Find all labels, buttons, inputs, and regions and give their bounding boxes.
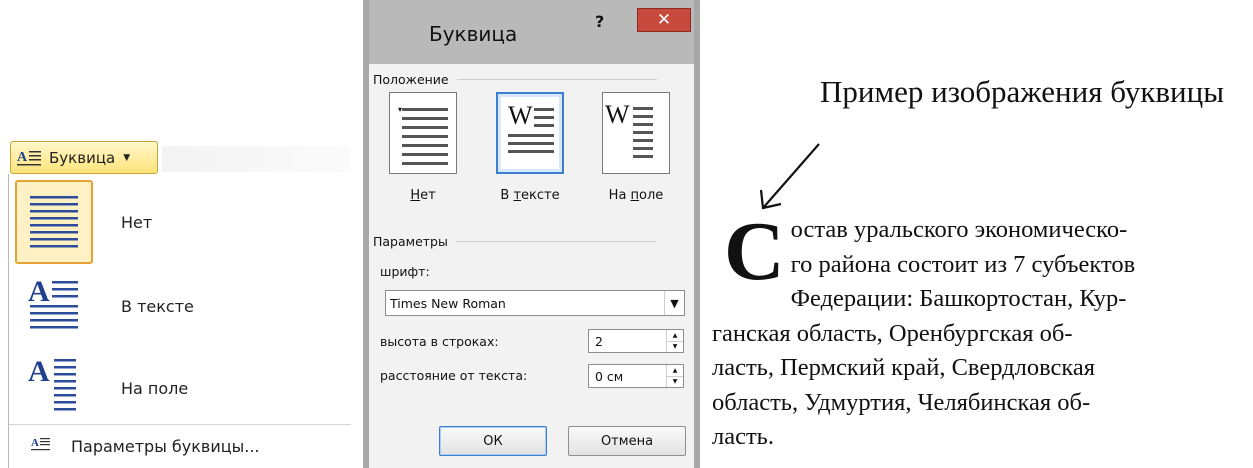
- drop-cap-options-label: Параметры буквицы...: [71, 436, 260, 456]
- arrow-icon: [759, 143, 820, 210]
- drop-cap-dialog: Буквица ? ✕ Положение ▾ W W Нет В тексте…: [363, 0, 700, 468]
- height-spinner[interactable]: 2 ▲ ▼: [588, 329, 684, 353]
- height-value: 2: [595, 333, 603, 349]
- font-select-value: Times New Roman: [390, 295, 506, 311]
- drop-cap-icon: A: [17, 148, 43, 168]
- svg-text:▾: ▾: [398, 105, 402, 114]
- drop-cap-letter: С: [724, 205, 785, 298]
- text-line: область, Удмуртия, Челябинская об-: [712, 388, 1091, 416]
- distance-label: расстояние от текста:: [380, 368, 528, 383]
- spin-down-icon[interactable]: ▼: [667, 340, 683, 353]
- text-line: ганская область, Оренбургская об-: [712, 319, 1073, 347]
- svg-text:A: A: [17, 150, 28, 165]
- help-icon[interactable]: ?: [595, 12, 604, 31]
- text-line: ласть, Пермский край, Свердловская: [712, 354, 1096, 381]
- spin-up-icon[interactable]: ▲: [667, 330, 683, 341]
- params-group-title: Параметры: [373, 234, 656, 249]
- position-in-text-icon: W: [508, 101, 554, 153]
- font-label: шрифт:: [380, 264, 430, 279]
- example-caption: Пример изображения буквицы: [820, 74, 1225, 109]
- position-none-label: Нет: [410, 188, 436, 203]
- position-in-text-button[interactable]: W: [496, 92, 564, 174]
- cancel-button[interactable]: Отмена: [568, 426, 686, 456]
- text-line: го района состоит из 7 субъектов: [790, 250, 1136, 278]
- ok-button[interactable]: ОК: [439, 426, 547, 456]
- position-in-margin-label: На поле: [608, 188, 664, 203]
- position-group-title: Положение: [373, 72, 657, 87]
- font-select[interactable]: Times New Roman ▼: [385, 290, 685, 316]
- drop-cap-ribbon-button[interactable]: A Буквица ▼: [10, 141, 158, 174]
- position-none-button[interactable]: ▾: [389, 92, 457, 174]
- drop-cap-in-text-icon: A: [15, 264, 93, 348]
- gallery-item-label: На поле: [121, 378, 189, 398]
- drop-cap-options-item[interactable]: A Параметры буквицы...: [31, 436, 260, 456]
- drop-cap-gallery: Нет A В тексте A На поле A Параметры бук…: [8, 174, 351, 468]
- chevron-down-icon: ▼: [123, 152, 131, 163]
- no-drop-cap-icon: [15, 180, 93, 264]
- gallery-item-label: Нет: [121, 212, 153, 232]
- svg-text:A: A: [31, 437, 39, 449]
- distance-value: 0 см: [595, 368, 624, 384]
- spin-up-icon[interactable]: ▲: [667, 365, 683, 376]
- group-divider: [455, 241, 656, 242]
- params-group-label: Параметры: [373, 234, 448, 249]
- dialog-body: Положение ▾ W W Нет В тексте На поле Пар…: [369, 64, 694, 468]
- height-label: высота в строках:: [380, 334, 499, 349]
- text-line: Федерации: Башкортостан, Кур-: [790, 285, 1127, 312]
- dialog-titlebar: Буквица ? ✕: [369, 0, 694, 64]
- dialog-title: Буквица: [429, 22, 518, 46]
- gallery-item-none[interactable]: Нет: [15, 180, 345, 264]
- gallery-item-in-text[interactable]: A В тексте: [15, 264, 345, 348]
- position-in-margin-button[interactable]: W: [602, 92, 670, 174]
- chevron-down-icon[interactable]: ▼: [664, 291, 684, 315]
- close-button[interactable]: ✕: [637, 8, 691, 32]
- gallery-item-label: В тексте: [121, 296, 194, 316]
- position-group-label: Положение: [373, 72, 449, 87]
- svg-text:W: W: [605, 100, 630, 129]
- text-line: ласть.: [712, 423, 774, 450]
- position-in-margin-icon: W: [605, 100, 653, 158]
- drop-cap-in-margin-icon: A: [15, 346, 93, 430]
- spinner-arrows[interactable]: ▲ ▼: [666, 330, 683, 352]
- position-none-icon: ▾: [398, 105, 448, 165]
- drop-cap-button-label: Буквица: [49, 148, 116, 167]
- drop-cap-options-icon: A: [31, 436, 51, 456]
- drop-cap-example-text: С остав уральского экономическо- го райо…: [712, 205, 1247, 455]
- distance-spinner[interactable]: 0 см ▲ ▼: [588, 364, 684, 388]
- position-in-text-label: В тексте: [500, 188, 560, 203]
- gallery-item-in-margin[interactable]: A На поле: [15, 346, 345, 430]
- spinner-arrows[interactable]: ▲ ▼: [666, 365, 683, 387]
- gallery-divider: [9, 424, 351, 425]
- svg-text:W: W: [508, 101, 533, 130]
- svg-text:A: A: [28, 355, 50, 388]
- close-icon: ✕: [656, 10, 672, 30]
- spin-down-icon[interactable]: ▼: [667, 375, 683, 388]
- svg-text:A: A: [28, 275, 50, 308]
- group-divider: [456, 79, 657, 80]
- drop-cap-menu: A Буквица ▼ Нет A В тексте A На поле A П…: [0, 0, 351, 468]
- text-line: остав уральского экономическо-: [790, 216, 1128, 243]
- ribbon-background: [162, 146, 350, 172]
